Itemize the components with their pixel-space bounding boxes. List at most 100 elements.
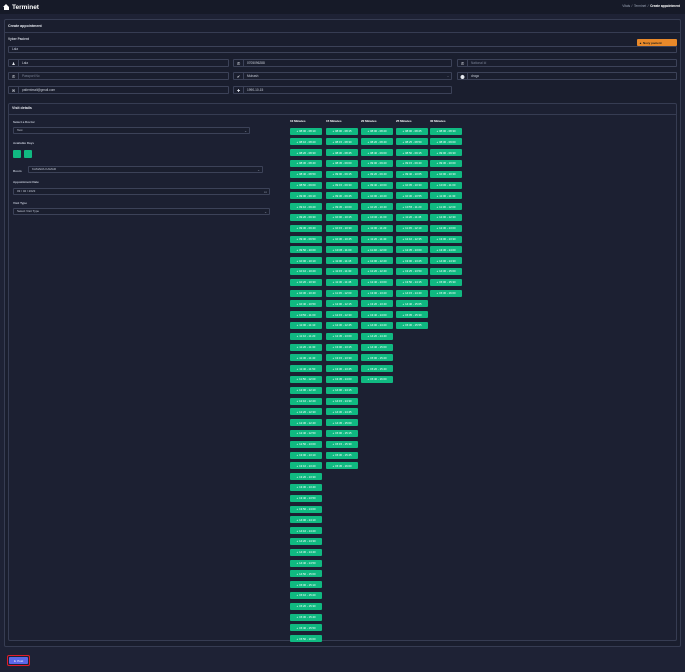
time-slot-button[interactable]: +12:15 - 12:30 bbox=[326, 311, 358, 319]
time-slot-button[interactable]: +08:00 - 08:10 bbox=[290, 127, 322, 135]
time-slot-button[interactable]: +09:30 - 09:45 bbox=[326, 192, 358, 200]
time-slot-button[interactable]: +09:10 - 09:20 bbox=[290, 203, 322, 211]
time-slot-button[interactable]: +10:00 - 10:20 bbox=[361, 192, 393, 200]
time-slot-button[interactable]: +12:00 - 12:15 bbox=[326, 300, 358, 308]
time-slot-button[interactable]: +12:45 - 13:00 bbox=[326, 332, 358, 340]
time-slot-button[interactable]: +12:40 - 12:50 bbox=[290, 429, 322, 437]
time-slot-button[interactable]: +15:30 - 15:55 bbox=[396, 321, 428, 329]
time-slot-button[interactable]: +09:40 - 10:00 bbox=[361, 181, 393, 189]
time-slot-button[interactable]: +13:00 - 13:30 bbox=[430, 235, 462, 243]
time-slot-button[interactable]: +09:30 - 09:40 bbox=[290, 224, 322, 232]
time-slot-button[interactable]: +14:40 - 15:00 bbox=[361, 343, 393, 351]
time-slot-button[interactable]: +12:00 - 12:30 bbox=[430, 213, 462, 221]
patient-phone-field[interactable]: ✆ 0705096288 bbox=[233, 59, 452, 67]
time-slot-button[interactable]: +15:15 - 15:30 bbox=[326, 440, 358, 448]
time-slot-button[interactable]: +14:10 - 14:20 bbox=[290, 527, 322, 535]
time-slot-button[interactable]: +11:45 - 12:00 bbox=[326, 289, 358, 297]
time-slot-button[interactable]: +08:20 - 08:40 bbox=[361, 138, 393, 146]
time-slot-button[interactable]: +14:30 - 14:40 bbox=[290, 548, 322, 556]
time-slot-button[interactable]: +08:40 - 09:00 bbox=[361, 149, 393, 157]
time-slot-button[interactable]: +14:00 - 14:10 bbox=[290, 516, 322, 524]
time-slot-button[interactable]: +08:30 - 08:45 bbox=[326, 149, 358, 157]
time-slot-button[interactable]: +08:30 - 08:40 bbox=[290, 159, 322, 167]
time-slot-button[interactable]: +08:00 - 08:20 bbox=[361, 127, 393, 135]
birth-date-field[interactable]: ✚ 1990-10-15 bbox=[233, 86, 452, 94]
time-slot-button[interactable]: +15:00 - 15:20 bbox=[361, 354, 393, 362]
time-slot-button[interactable]: +11:50 - 12:00 bbox=[290, 375, 322, 383]
time-slot-button[interactable]: +10:55 - 11:20 bbox=[396, 203, 428, 211]
time-slot-button[interactable]: +09:20 - 09:30 bbox=[290, 213, 322, 221]
available-day-button[interactable] bbox=[13, 150, 21, 158]
time-slot-button[interactable]: +10:50 - 11:00 bbox=[290, 311, 322, 319]
time-slot-button[interactable]: +10:15 - 10:30 bbox=[326, 224, 358, 232]
blood-field[interactable]: ⬤ drogo bbox=[457, 72, 677, 80]
time-slot-button[interactable]: +10:40 - 11:00 bbox=[361, 213, 393, 221]
time-slot-button[interactable]: +13:20 - 13:30 bbox=[290, 473, 322, 481]
time-slot-button[interactable]: +15:20 - 15:30 bbox=[290, 602, 322, 610]
time-slot-button[interactable]: +14:00 - 14:20 bbox=[361, 321, 393, 329]
time-slot-button[interactable]: +09:00 - 09:30 bbox=[430, 149, 462, 157]
time-slot-button[interactable]: +15:00 - 15:30 bbox=[430, 278, 462, 286]
time-slot-button[interactable]: +13:30 - 14:00 bbox=[430, 246, 462, 254]
time-slot-button[interactable]: +11:45 - 12:10 bbox=[396, 224, 428, 232]
time-slot-button[interactable]: +14:40 - 14:50 bbox=[290, 559, 322, 567]
time-slot-button[interactable]: +08:40 - 08:50 bbox=[290, 170, 322, 178]
time-slot-button[interactable]: +15:40 - 16:00 bbox=[361, 375, 393, 383]
time-slot-button[interactable]: +10:20 - 10:30 bbox=[290, 278, 322, 286]
time-slot-button[interactable]: +08:00 - 08:30 bbox=[430, 127, 462, 135]
time-slot-button[interactable]: +15:00 - 15:10 bbox=[290, 581, 322, 589]
time-slot-button[interactable]: +08:15 - 08:30 bbox=[326, 138, 358, 146]
time-slot-button[interactable]: +15:00 - 15:15 bbox=[326, 429, 358, 437]
time-slot-button[interactable]: +10:45 - 11:00 bbox=[326, 246, 358, 254]
breadcrumb-section[interactable]: Terminet bbox=[634, 4, 646, 8]
time-slot-button[interactable]: +10:30 - 11:00 bbox=[430, 181, 462, 189]
time-slot-button[interactable]: +13:15 - 13:30 bbox=[326, 354, 358, 362]
time-slot-button[interactable]: +12:30 - 12:40 bbox=[290, 419, 322, 427]
time-slot-button[interactable]: +14:20 - 14:40 bbox=[361, 332, 393, 340]
time-slot-button[interactable]: +08:00 - 08:25 bbox=[396, 127, 428, 135]
time-slot-button[interactable]: +13:00 - 13:10 bbox=[290, 451, 322, 459]
time-slot-button[interactable]: +12:50 - 13:00 bbox=[290, 440, 322, 448]
time-slot-button[interactable]: +10:10 - 10:20 bbox=[290, 267, 322, 275]
time-slot-button[interactable]: +10:00 - 10:10 bbox=[290, 257, 322, 265]
time-slot-button[interactable]: +08:50 - 09:00 bbox=[290, 181, 322, 189]
time-slot-button[interactable]: +11:00 - 11:20 bbox=[361, 224, 393, 232]
time-slot-button[interactable]: +12:00 - 12:10 bbox=[290, 386, 322, 394]
time-slot-button[interactable]: +09:00 - 09:20 bbox=[361, 159, 393, 167]
time-slot-button[interactable]: +13:45 - 14:00 bbox=[326, 375, 358, 383]
time-slot-button[interactable]: +13:50 - 14:00 bbox=[290, 505, 322, 513]
room-select[interactable]: KAMARA KAMAR ⌄ bbox=[28, 166, 263, 173]
time-slot-button[interactable]: +12:30 - 12:45 bbox=[326, 321, 358, 329]
time-slot-button[interactable]: +15:20 - 15:40 bbox=[361, 365, 393, 373]
time-slot-button[interactable]: +09:00 - 09:15 bbox=[326, 170, 358, 178]
time-slot-button[interactable]: +08:10 - 08:20 bbox=[290, 138, 322, 146]
time-slot-button[interactable]: +13:40 - 13:50 bbox=[290, 494, 322, 502]
time-slot-button[interactable]: +09:30 - 10:00 bbox=[430, 159, 462, 167]
patient-search-input[interactable]: Lala bbox=[8, 46, 677, 53]
time-slot-button[interactable]: +11:00 - 11:15 bbox=[326, 257, 358, 265]
time-slot-button[interactable]: +14:15 - 14:30 bbox=[326, 397, 358, 405]
time-slot-button[interactable]: +08:50 - 09:15 bbox=[396, 149, 428, 157]
time-slot-button[interactable]: +10:30 - 10:45 bbox=[326, 235, 358, 243]
visit-type-select[interactable]: Select Visit Type ⌄ bbox=[13, 208, 270, 215]
time-slot-button[interactable]: +12:35 - 13:00 bbox=[396, 246, 428, 254]
time-slot-button[interactable]: +11:00 - 11:30 bbox=[430, 192, 462, 200]
time-slot-button[interactable]: +08:00 - 08:15 bbox=[326, 127, 358, 135]
time-slot-button[interactable]: +11:40 - 12:00 bbox=[361, 246, 393, 254]
time-slot-button[interactable]: +14:00 - 14:15 bbox=[326, 386, 358, 394]
time-slot-button[interactable]: +12:20 - 12:30 bbox=[290, 408, 322, 416]
app-brand[interactable]: Terminet bbox=[3, 3, 39, 11]
time-slot-button[interactable]: +14:50 - 15:00 bbox=[290, 570, 322, 578]
time-slot-button[interactable]: +14:20 - 14:30 bbox=[290, 537, 322, 545]
time-slot-button[interactable]: +15:10 - 15:20 bbox=[290, 591, 322, 599]
time-slot-button[interactable]: +15:30 - 16:00 bbox=[430, 289, 462, 297]
time-slot-button[interactable]: +13:00 - 13:25 bbox=[396, 257, 428, 265]
time-slot-button[interactable]: +08:20 - 08:30 bbox=[290, 149, 322, 157]
time-slot-button[interactable]: +15:40 - 15:50 bbox=[290, 624, 322, 632]
time-slot-button[interactable]: +10:00 - 10:30 bbox=[430, 170, 462, 178]
time-slot-button[interactable]: +08:25 - 08:50 bbox=[396, 138, 428, 146]
new-patient-button[interactable]: ▲ Novy pacient bbox=[637, 39, 677, 46]
time-slot-button[interactable]: +13:10 - 13:20 bbox=[290, 462, 322, 470]
time-slot-button[interactable]: +12:10 - 12:35 bbox=[396, 235, 428, 243]
time-slot-button[interactable]: +11:30 - 11:40 bbox=[290, 354, 322, 362]
